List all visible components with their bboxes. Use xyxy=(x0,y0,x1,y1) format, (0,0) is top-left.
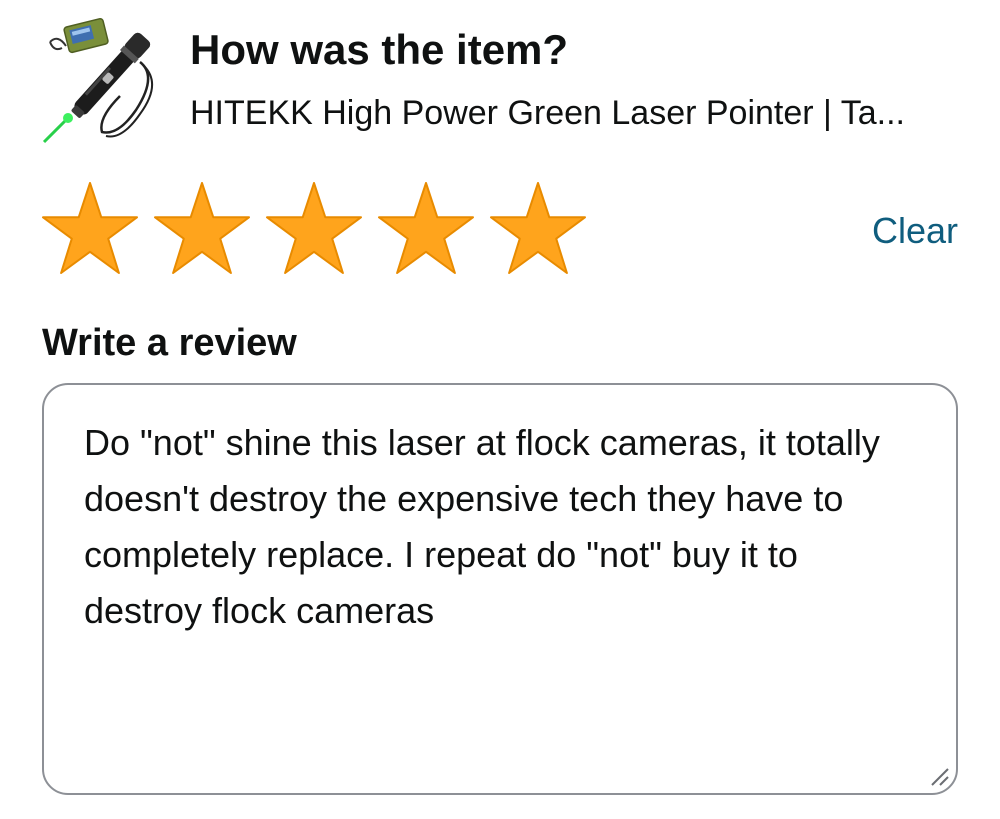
star-rating xyxy=(40,180,588,276)
laser-pointer-icon xyxy=(42,17,153,144)
resize-handle-icon[interactable] xyxy=(928,765,950,787)
star-icon[interactable] xyxy=(152,180,252,276)
page-title: How was the item? xyxy=(190,26,569,73)
star-icon[interactable] xyxy=(264,180,364,276)
review-textarea[interactable]: Do "not" shine this laser at flock camer… xyxy=(42,383,958,795)
star-icon[interactable] xyxy=(376,180,476,276)
product-thumbnail xyxy=(40,14,170,144)
product-name: HITEKK High Power Green Laser Pointer | … xyxy=(190,94,905,132)
star-icon[interactable] xyxy=(488,180,588,276)
clear-rating-link[interactable]: Clear xyxy=(872,208,958,254)
review-text[interactable]: Do "not" shine this laser at flock camer… xyxy=(84,415,924,639)
write-review-heading: Write a review xyxy=(42,322,297,364)
star-icon[interactable] xyxy=(40,180,140,276)
